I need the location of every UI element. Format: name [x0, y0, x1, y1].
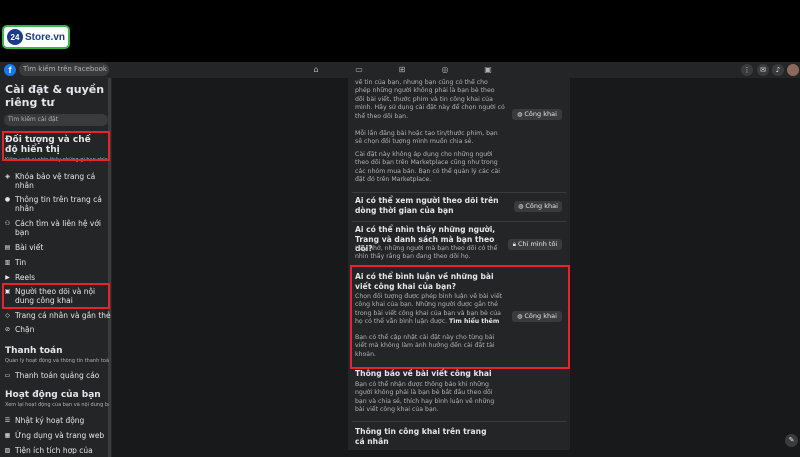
- who-can-follow-marketplace-note: Cài đặt này không áp dụng cho những ngườ…: [355, 151, 501, 184]
- sidebar-item-label: Ứng dụng và trang web: [15, 431, 105, 440]
- sidebar-item-profile-info[interactable]: ● Thông tin trên trang cá nhân: [3, 195, 111, 213]
- groups-icon[interactable]: ◎: [439, 64, 451, 76]
- sidebar-section-payments-title: Thanh toán: [5, 346, 63, 356]
- store-logo: 24 Store.vn: [2, 25, 70, 49]
- sidebar-item-business-integrations[interactable]: ▨ Tiện ích tích hợp của doanh nghiệp: [3, 446, 111, 454]
- sidebar-item-ad-payments[interactable]: ▭ Thanh toán quảng cáo: [3, 371, 111, 380]
- sidebar-item-blocking[interactable]: ⊘ Chặn: [3, 325, 111, 334]
- public-comments-title: Ai có thể bình luận về những bài viết cô…: [355, 272, 494, 291]
- highlight-followers-item: [2, 283, 110, 309]
- sidebar-item-find-contact[interactable]: ⚇ Cách tìm và liên hệ với bạn: [3, 219, 111, 237]
- sidebar-item-profile-tagging[interactable]: ◇ Trang cá nhân và gắn thẻ: [3, 311, 111, 320]
- lock-icon: 🔒︎: [512, 241, 516, 248]
- who-can-follow-audience-button[interactable]: ◍ Công khai: [512, 109, 562, 120]
- facebook-top-bar: f Tìm kiếm trên Facebook ⌂ ▭ ⊞ ◎ ▣ ⋮ ✉ ♪…: [0, 62, 800, 131]
- sidebar-title: Cài đặt & quyền riêng tư: [5, 83, 105, 109]
- reels-icon: ▶: [5, 274, 10, 281]
- apps-icon: ▦: [4, 432, 11, 439]
- facebook-search-input[interactable]: Tìm kiếm trên Facebook: [19, 63, 109, 76]
- marketplace-icon[interactable]: ⊞: [396, 64, 408, 76]
- avatar[interactable]: [787, 64, 799, 76]
- sidebar-item-label: Thông tin trên trang cá nhân: [15, 195, 102, 213]
- tag-icon: ◇: [5, 312, 10, 319]
- globe-icon: ◍: [517, 111, 523, 118]
- divider: [352, 421, 566, 422]
- learn-more-link[interactable]: Tìm hiểu thêm: [449, 318, 499, 325]
- block-icon: ⊘: [4, 326, 11, 333]
- shield-icon: ◈: [5, 173, 10, 180]
- watermark-area: [0, 0, 800, 62]
- notifications-bell-icon[interactable]: ♪: [772, 64, 784, 76]
- who-sees-following-audience-button[interactable]: 🔒︎ Chỉ mình tôi: [508, 239, 562, 250]
- sidebar-item-label: Khóa bảo vệ trang cá nhân: [15, 172, 96, 190]
- sidebar-item-apps-websites[interactable]: ▦ Ứng dụng và trang web: [3, 431, 111, 440]
- sidebar-item-profile-lock[interactable]: ◈ Khóa bảo vệ trang cá nhân: [3, 172, 111, 190]
- globe-icon: ◍: [517, 313, 523, 320]
- sidebar-item-label: Reels: [15, 273, 36, 282]
- list-icon: ☰: [4, 417, 11, 424]
- person-icon: ●: [4, 196, 11, 203]
- people-icon: ⚇: [4, 220, 11, 227]
- card-icon: ▭: [4, 372, 11, 379]
- sidebar-item-stories[interactable]: ▥ Tin: [3, 258, 111, 267]
- video-icon[interactable]: ▭: [353, 64, 365, 76]
- settings-search-input[interactable]: Tìm kiếm cài đặt: [4, 114, 108, 126]
- compose-edit-icon[interactable]: ✎: [785, 434, 798, 447]
- home-icon[interactable]: ⌂: [310, 64, 322, 76]
- messenger-icon[interactable]: ✉: [757, 64, 769, 76]
- who-can-follow-note: Mỗi lần đăng bài hoặc tạo tin/thước phim…: [355, 130, 498, 146]
- public-comments-audience-button[interactable]: ◍ Công khai: [512, 311, 562, 322]
- globe-icon: ◍: [518, 203, 524, 210]
- public-profile-info-title: Thông tin công khai trên trang cá nhân: [355, 427, 487, 446]
- public-post-notifications-description: Bạn có thể nhận được thông báo khi những…: [355, 381, 495, 414]
- sidebar-section-payments-subtitle: Quản lý hoạt động và thông tin thanh toá…: [5, 358, 109, 364]
- sidebar-item-reels[interactable]: ▶ Reels: [3, 273, 111, 282]
- business-icon: ▨: [4, 447, 11, 454]
- sidebar-section-activity-subtitle: Xem lại hoạt động của bạn và nội dung bạ…: [5, 402, 109, 408]
- divider: [352, 221, 566, 222]
- story-icon: ▥: [4, 259, 11, 266]
- sidebar-item-label: Chặn: [15, 325, 35, 334]
- sidebar-section-activity-title: Hoạt động của bạn: [5, 390, 101, 400]
- audience-value: Công khai: [525, 202, 558, 210]
- followers-timeline-audience-button[interactable]: ◍ Công khai: [514, 201, 562, 212]
- public-post-notifications-title: Thông báo về bài viết công khai: [355, 369, 492, 378]
- store-logo-text: Store.vn: [25, 31, 66, 43]
- post-icon: ▤: [4, 244, 11, 251]
- audience-value: Công khai: [524, 110, 557, 118]
- menu-grid-icon[interactable]: ⋮: [741, 64, 753, 76]
- audience-value: Chỉ mình tôi: [517, 240, 558, 248]
- sidebar-item-label: Thanh toán quảng cáo: [15, 371, 100, 380]
- public-comments-note: Bạn có thể cập nhật cài đặt này cho từng…: [355, 334, 495, 358]
- sidebar-item-label: Bài viết: [15, 243, 44, 252]
- who-sees-following-description: Hãy nhớ, những người mà bạn theo dõi có …: [355, 245, 498, 261]
- sidebar-item-label: Trang cá nhân và gắn thẻ: [15, 311, 111, 320]
- audience-value: Công khai: [524, 312, 557, 320]
- gaming-icon[interactable]: ▣: [482, 64, 494, 76]
- sidebar-item-label: Nhật ký hoạt động: [15, 416, 85, 425]
- highlight-audience-section: [2, 131, 110, 161]
- sidebar-item-activity-log[interactable]: ☰ Nhật ký hoạt động: [3, 416, 111, 425]
- sidebar-item-label: Cách tìm và liên hệ với bạn: [15, 219, 102, 237]
- sidebar-item-label: Tin: [15, 258, 27, 267]
- sidebar-item-posts[interactable]: ▤ Bài viết: [3, 243, 111, 252]
- facebook-logo-icon[interactable]: f: [4, 64, 16, 76]
- divider: [352, 192, 566, 193]
- store-logo-badge: 24: [7, 29, 23, 45]
- public-comments-description: Chọn đối tượng được phép bình luận về bà…: [355, 293, 505, 327]
- sidebar-item-label: Tiện ích tích hợp của doanh nghiệp: [15, 446, 93, 454]
- followers-timeline-title: Ai có thể xem người theo dõi trên dòng t…: [355, 196, 499, 215]
